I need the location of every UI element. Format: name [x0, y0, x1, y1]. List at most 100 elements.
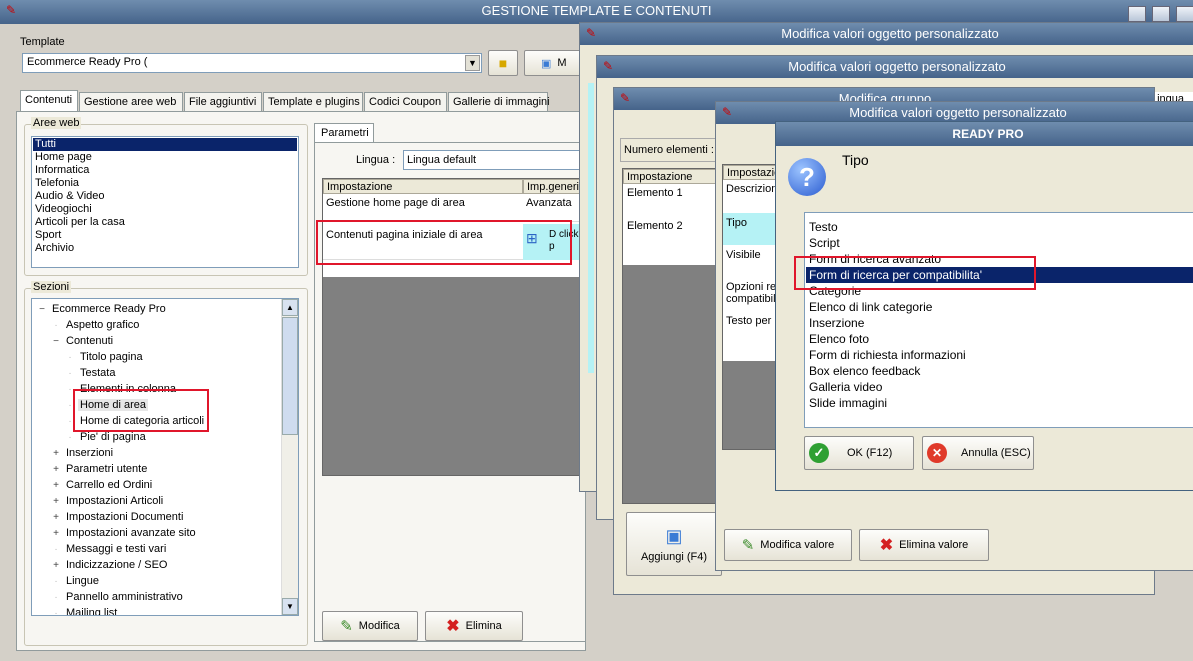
- grid-cell-name: Gestione home page di area: [326, 197, 465, 209]
- tipo-option[interactable]: Script: [806, 235, 1193, 251]
- collapse-icon[interactable]: −: [38, 302, 46, 318]
- list-item[interactable]: Elemento 2: [627, 220, 683, 232]
- tree-item[interactable]: − Ecommerce Ready Pro: [38, 301, 168, 317]
- tipo-option[interactable]: Testo: [806, 219, 1193, 235]
- scroll-thumb[interactable]: [282, 317, 298, 435]
- tree-item-label: Inserzioni: [66, 447, 114, 459]
- tipo-option[interactable]: Elenco foto: [806, 331, 1193, 347]
- lingua-value: Lingua default: [407, 154, 477, 166]
- readypro-dialog: READY PRO ? Tipo Testo Script Form di rice…: [775, 121, 1193, 491]
- edit-icon: ✎: [741, 537, 755, 554]
- tree-item-label: Carrello ed Ordini: [66, 479, 153, 491]
- tipo-option[interactable]: Slide immagini: [806, 395, 1193, 411]
- elimina-button[interactable]: ✖ Elimina: [425, 611, 523, 641]
- annulla-button[interactable]: ✕ Annulla (ESC): [922, 436, 1034, 470]
- tab-2[interactable]: File aggiuntivi: [184, 92, 262, 111]
- tree-item[interactable]: + Impostazioni Articoli: [52, 493, 165, 509]
- main-title: GESTIONE TEMPLATE E CONTENUTI: [481, 3, 712, 18]
- tree-item[interactable]: · Messaggi e testi vari: [52, 541, 168, 557]
- tab-4[interactable]: Codici Coupon: [364, 92, 447, 111]
- modifica-button[interactable]: ✎ Modifica: [322, 611, 418, 641]
- tree-item-label: Lingue: [66, 575, 100, 587]
- expand-icon[interactable]: +: [52, 446, 60, 462]
- tipo-option[interactable]: Box elenco feedback: [806, 363, 1193, 379]
- table-row[interactable]: Tipo: [726, 217, 747, 229]
- template-select[interactable]: Ecommerce Ready Pro ( ▼: [22, 53, 482, 73]
- ok-button[interactable]: ✓ OK (F12): [804, 436, 914, 470]
- list-item[interactable]: Informatica: [33, 164, 297, 177]
- tree-item[interactable]: + Carrello ed Ordini: [52, 477, 154, 493]
- tree-item[interactable]: · Testata: [66, 365, 117, 381]
- collapse-icon[interactable]: −: [52, 334, 60, 350]
- scroll-up-arrow[interactable]: ▲: [282, 299, 298, 316]
- tipo-option[interactable]: Galleria video: [806, 379, 1193, 395]
- tree-item[interactable]: · Aspetto grafico: [52, 317, 141, 333]
- tipo-option[interactable]: Elenco di link categorie: [806, 299, 1193, 315]
- tree-item[interactable]: + Indicizzazione / SEO: [52, 557, 170, 573]
- minimize-button[interactable]: [1128, 6, 1146, 22]
- list-item[interactable]: Audio & Video: [33, 190, 297, 203]
- elimina-label: Elimina: [465, 620, 502, 632]
- dialog4-grid[interactable]: Impostazione Descrizion Tipo Visibile Op…: [722, 164, 779, 450]
- dialog3-list[interactable]: Impostazione Elemento 1 Elemento 2: [622, 168, 721, 504]
- tree-item[interactable]: · Lingue: [52, 573, 101, 589]
- tree-item[interactable]: + Inserzioni: [52, 445, 115, 461]
- modifica-valore-label: Modifica valore: [760, 539, 835, 551]
- tree-item[interactable]: − Contenuti: [52, 333, 115, 349]
- expand-icon[interactable]: +: [52, 558, 60, 574]
- grid-annotation-box: [316, 220, 572, 265]
- tree-item[interactable]: · Titolo pagina: [66, 349, 145, 365]
- grid-header-imp-generic: Imp.generic: [523, 179, 587, 194]
- tree-item[interactable]: + Impostazioni Documenti: [52, 509, 185, 525]
- table-row[interactable]: Opzioni re compatibili: [726, 281, 778, 307]
- list-item[interactable]: Sport: [33, 229, 297, 242]
- expand-icon[interactable]: +: [52, 462, 60, 478]
- table-row[interactable]: Testo per: [726, 315, 778, 327]
- tree-item[interactable]: + Impostazioni avanzate sito: [52, 525, 198, 541]
- table-row[interactable]: Visibile: [726, 249, 761, 261]
- grid-row[interactable]: Gestione home page di area Avanzata: [323, 194, 587, 222]
- list-item[interactable]: Archivio: [33, 242, 297, 255]
- elimina-valore-button[interactable]: ✖ Elimina valore: [859, 529, 989, 561]
- list-item[interactable]: Home page: [33, 151, 297, 164]
- tree-item[interactable]: + Parametri utente: [52, 461, 149, 477]
- expand-icon[interactable]: +: [52, 494, 60, 510]
- list-item[interactable]: Telefonia: [33, 177, 297, 190]
- table-row[interactable]: Descrizion: [726, 183, 778, 195]
- tab-1[interactable]: Gestione aree web: [79, 92, 183, 111]
- expand-icon[interactable]: +: [52, 478, 60, 494]
- tree-item-label: Aspetto grafico: [66, 319, 140, 331]
- tab-parametri[interactable]: Parametri: [314, 123, 374, 143]
- tab-5[interactable]: Gallerie di immagini: [448, 92, 550, 111]
- dialog2-titlebar: ✎ Modifica valori oggetto personalizzato: [597, 56, 1193, 78]
- tree-item-label: Testata: [80, 367, 116, 379]
- tree-item-label: Pie' di pagina: [80, 431, 146, 443]
- expand-icon[interactable]: +: [52, 526, 60, 542]
- tree-scrollbar[interactable]: ▲ ▼: [281, 299, 298, 615]
- aggiungi-button[interactable]: ▣ Aggiungi (F4): [626, 512, 722, 576]
- scroll-down-arrow[interactable]: ▼: [282, 598, 298, 615]
- tipo-option[interactable]: Inserzione: [806, 315, 1193, 331]
- tree-item-label: Messaggi e testi vari: [66, 543, 167, 555]
- tab-3[interactable]: Template e plugins: [263, 92, 363, 111]
- list-item[interactable]: Articoli per la casa: [33, 216, 297, 229]
- tab-0[interactable]: Contenuti: [20, 90, 78, 112]
- tree-item[interactable]: · Mailing list: [52, 605, 119, 615]
- tipo-list[interactable]: Testo Script Form di ricerca avanzato Form …: [804, 212, 1193, 428]
- tipo-option[interactable]: Form di richiesta informazioni: [806, 347, 1193, 363]
- sezioni-tree[interactable]: − Ecommerce Ready Pro · Aspetto grafico − Con…: [31, 298, 299, 616]
- list-item[interactable]: Elemento 1: [627, 187, 683, 199]
- tree-item-label: Titolo pagina: [80, 351, 143, 363]
- aree-web-list[interactable]: Tutti Home page Informatica Telefonia Audio …: [31, 136, 299, 268]
- lingua-select[interactable]: Lingua default: [403, 150, 586, 170]
- open-folder-button[interactable]: ■: [488, 50, 518, 76]
- list-item[interactable]: Tutti: [33, 138, 297, 151]
- chevron-down-icon[interactable]: ▼: [465, 55, 480, 71]
- expand-icon[interactable]: +: [52, 510, 60, 526]
- modifica-valore-button[interactable]: ✎ Modifica valore: [724, 529, 852, 561]
- app-icon: ✎: [585, 26, 597, 40]
- list-item[interactable]: Videogiochi: [33, 203, 297, 216]
- close-button[interactable]: [1176, 6, 1193, 22]
- maximize-button[interactable]: [1152, 6, 1170, 22]
- tree-item[interactable]: · Pannello amministrativo: [52, 589, 185, 605]
